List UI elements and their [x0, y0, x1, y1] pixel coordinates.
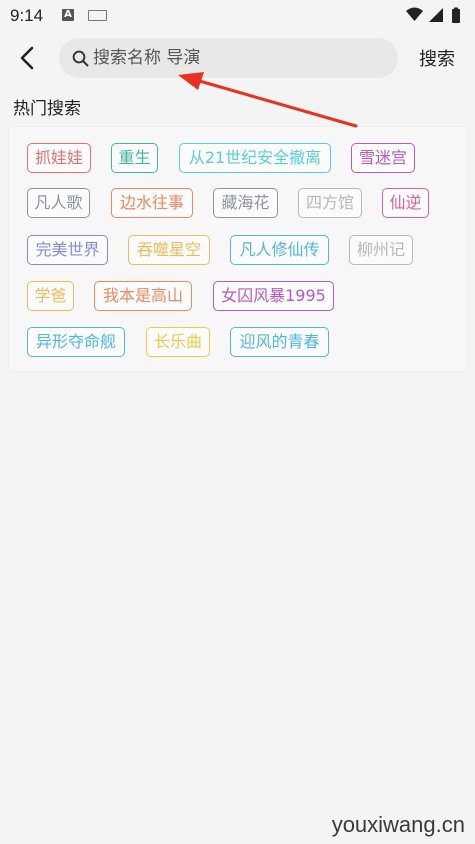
watermark: youxiwang.cn: [331, 812, 465, 837]
hot-tag[interactable]: 凡人歌: [27, 188, 90, 218]
hot-tag[interactable]: 女囚风暴1995: [213, 281, 334, 311]
search-button[interactable]: 搜索: [419, 45, 455, 71]
hot-tag[interactable]: 雪迷宫: [351, 143, 415, 173]
wifi-icon: [406, 7, 423, 21]
hot-tag[interactable]: 从21世纪安全撤离: [179, 143, 331, 173]
search-icon: [72, 50, 89, 67]
hot-tag[interactable]: 藏海花: [213, 188, 278, 218]
hot-tag[interactable]: 我本是高山: [94, 281, 192, 311]
hot-search-panel: 抓娃娃 重生 从21世纪安全撤离 雪迷宫 凡人歌 边水往事 藏海花 四方馆 仙逆…: [8, 126, 468, 372]
hot-tag[interactable]: 仙逆: [382, 188, 429, 218]
hot-tag[interactable]: 重生: [111, 143, 158, 173]
hot-tag[interactable]: 长乐曲: [146, 327, 210, 357]
hot-tag[interactable]: 迎风的青春: [230, 327, 329, 357]
search-header: 搜索: [0, 34, 475, 82]
battery-icon: [452, 9, 460, 23]
keyboard-icon: [88, 10, 107, 21]
hot-tag[interactable]: 边水往事: [111, 188, 193, 218]
status-time: 9:14: [10, 6, 44, 25]
a-notification-icon: A: [62, 9, 74, 21]
hot-tag[interactable]: 学爸: [27, 281, 74, 311]
hot-tag[interactable]: 吞噬星空: [128, 235, 210, 265]
hot-tag[interactable]: 柳州记: [349, 235, 413, 265]
hot-tag[interactable]: 四方馆: [298, 188, 362, 218]
hot-search-title: 热门搜索: [13, 99, 81, 119]
hot-tag[interactable]: 抓娃娃: [27, 143, 91, 173]
back-button[interactable]: [12, 42, 42, 74]
hot-tag[interactable]: 凡人修仙传: [230, 235, 329, 265]
search-box[interactable]: [59, 38, 398, 78]
status-right-icons: [405, 6, 465, 26]
status-bar: 9:14 A: [0, 0, 475, 34]
hot-tag[interactable]: 完美世界: [27, 235, 108, 265]
chevron-left-icon: [20, 46, 34, 70]
cell-signal-icon: [429, 8, 443, 22]
search-input[interactable]: [93, 38, 383, 78]
hot-tag[interactable]: 异形夺命舰: [27, 327, 125, 357]
